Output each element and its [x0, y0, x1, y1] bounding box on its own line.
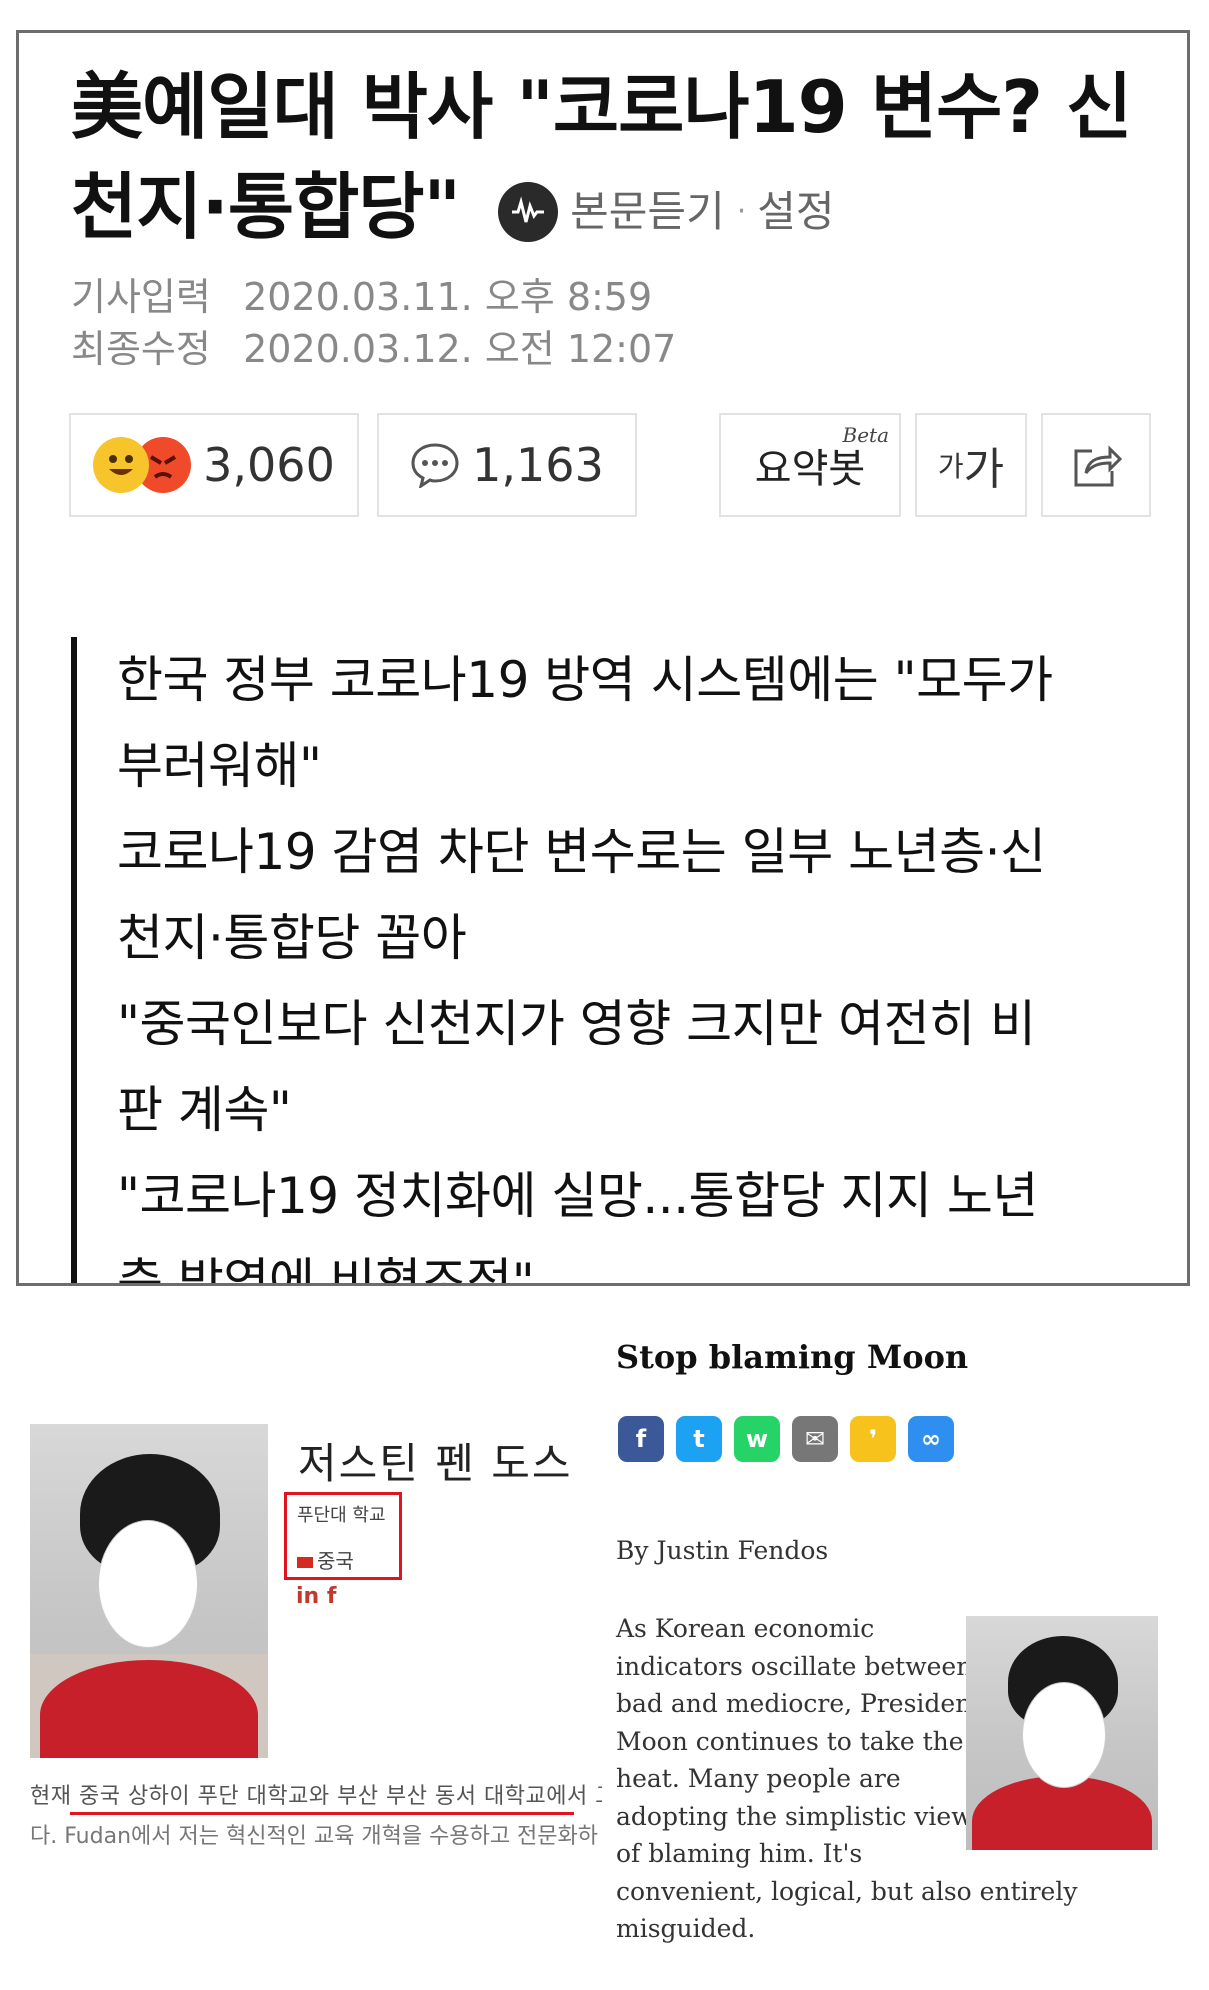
meta-input-label: 기사입력 [71, 275, 211, 319]
audio-listen-icon[interactable] [498, 182, 559, 243]
meta-modified-value: 2020.03.12. 오전 12:07 [243, 327, 677, 371]
share-button[interactable] [1041, 413, 1151, 517]
comment-bubble-icon [410, 442, 460, 490]
profile-university: 푸단대 학교 [297, 1505, 386, 1526]
profile-bio-line-2: 다. Fudan에서 저는 혁신적인 교육 개혁을 수용하고 전문화하 [30, 1824, 599, 1849]
facebook-icon[interactable]: f [618, 1416, 664, 1462]
kakaotalk-icon[interactable]: ❜ [850, 1416, 896, 1462]
summary-bot-button[interactable]: 요약봇 Beta [719, 413, 901, 517]
link-icon[interactable]: ∞ [908, 1416, 954, 1462]
listen-separator: · [736, 194, 746, 230]
beta-badge: Beta [842, 423, 890, 447]
summary-line: "중국인보다 신천지가 영향 크지만 여전히 비 [117, 995, 1036, 1053]
happy-emoji-icon [93, 437, 150, 493]
oped-body-line: of blaming him. It's [616, 1839, 863, 1868]
author-photo [30, 1424, 268, 1758]
comment-count: 1,163 [472, 438, 604, 492]
social-links[interactable]: in f [296, 1584, 336, 1609]
oped-body-line: convenient, logical, but also entirely [616, 1876, 1078, 1906]
listen-button[interactable]: 본문듣기 [570, 162, 725, 262]
summary-line: 판 계속" [117, 1081, 292, 1139]
font-size-large-glyph: 가 [963, 444, 1005, 495]
blurred-face [98, 1520, 198, 1648]
oped-byline: By Justin Fendos [616, 1536, 829, 1565]
oped-body-line: indicators oscillate between [616, 1651, 973, 1681]
font-size-button[interactable]: 가가 [915, 413, 1027, 517]
share-icon [1070, 441, 1123, 489]
reaction-button[interactable]: 3,060 [69, 413, 359, 517]
summary-line: 한국 정부 코로나19 방역 시스템에는 "모두가 [117, 651, 1053, 709]
font-size-small-glyph: 가 [937, 450, 964, 483]
china-flag-icon [297, 1557, 313, 1568]
oped-body-line: As Korean economic [616, 1614, 875, 1643]
oped-body-line: bad and mediocre, President [616, 1689, 982, 1718]
profile-highlight-box: 푸단대 학교 중국 [284, 1492, 402, 1580]
profile-country-text: 중국 [317, 1549, 354, 1573]
summary-line: 코로나19 감염 차단 변수로는 일부 노년층·신 [117, 823, 1046, 881]
summary-line: 층 방역에 비협조적" [117, 1253, 535, 1286]
meta-modified-row: 최종수정 2020.03.12. 오전 12:07 [71, 323, 676, 375]
article-meta: 기사입력 2020.03.11. 오후 8:59 최종수정 2020.03.12… [71, 271, 676, 375]
meta-input-row: 기사입력 2020.03.11. 오후 8:59 [71, 271, 676, 323]
whatsapp-icon[interactable]: w [734, 1416, 780, 1462]
oped-body-line: misguided. [616, 1914, 756, 1943]
headline-line-2: 천지·통합당" 본문듣기 · 설정 [71, 157, 1161, 262]
oped-body-line: Moon continues to take the [616, 1726, 964, 1756]
listen-settings-button[interactable]: 설정 [757, 162, 834, 262]
summary-line: "코로나19 정치화에 실망...통합당 지지 노년 [117, 1167, 1038, 1225]
summary-box: 한국 정부 코로나19 방역 시스템에는 "모두가 부러워해" 코로나19 감염… [71, 637, 1151, 1286]
meta-modified-label: 최종수정 [71, 327, 211, 371]
summary-line: 천지·통합당 꼽아 [117, 909, 467, 967]
oped-body-line: adopting the simplistic view [616, 1801, 973, 1831]
listen-control[interactable]: 본문듣기 · 설정 [498, 162, 835, 262]
headline-line-2-text: 천지·통합당" [71, 165, 461, 249]
reaction-count: 3,060 [203, 438, 335, 492]
oped-share-row: f t w ✉ ❜ ∞ [618, 1416, 954, 1462]
twitter-icon[interactable]: t [676, 1416, 722, 1462]
oped-title: Stop blaming Moon [616, 1338, 969, 1376]
author-photo-small [966, 1616, 1158, 1850]
profile-bio-line-1: 현재 중국 상하이 푸단 대학교와 부산 부산 동서 대학교에서 고 [30, 1784, 602, 1809]
comment-button[interactable]: 1,163 [377, 413, 637, 517]
profile-name: 저스틴 펜 도스 [298, 1439, 573, 1488]
email-icon[interactable]: ✉ [792, 1416, 838, 1462]
article-headline: 美예일대 박사 "코로나19 변수? 신 천지·통합당" 본문듣기 · 설정 [71, 57, 1161, 262]
article-panel: 美예일대 박사 "코로나19 변수? 신 천지·통합당" 본문듣기 · 설정 기… [16, 30, 1190, 1286]
blurred-face-small [1022, 1682, 1106, 1788]
meta-input-value: 2020.03.11. 오후 8:59 [243, 275, 653, 319]
bio-highlight-underline [70, 1812, 574, 1815]
oped-body: As Korean economic indicators oscillate … [616, 1610, 1078, 1948]
headline-line-1: 美예일대 박사 "코로나19 변수? 신 [71, 65, 1132, 149]
summary-line: 부러워해" [117, 737, 322, 795]
profile-country: 중국 [297, 1545, 354, 1574]
oped-body-line: heat. Many people are [616, 1764, 901, 1793]
